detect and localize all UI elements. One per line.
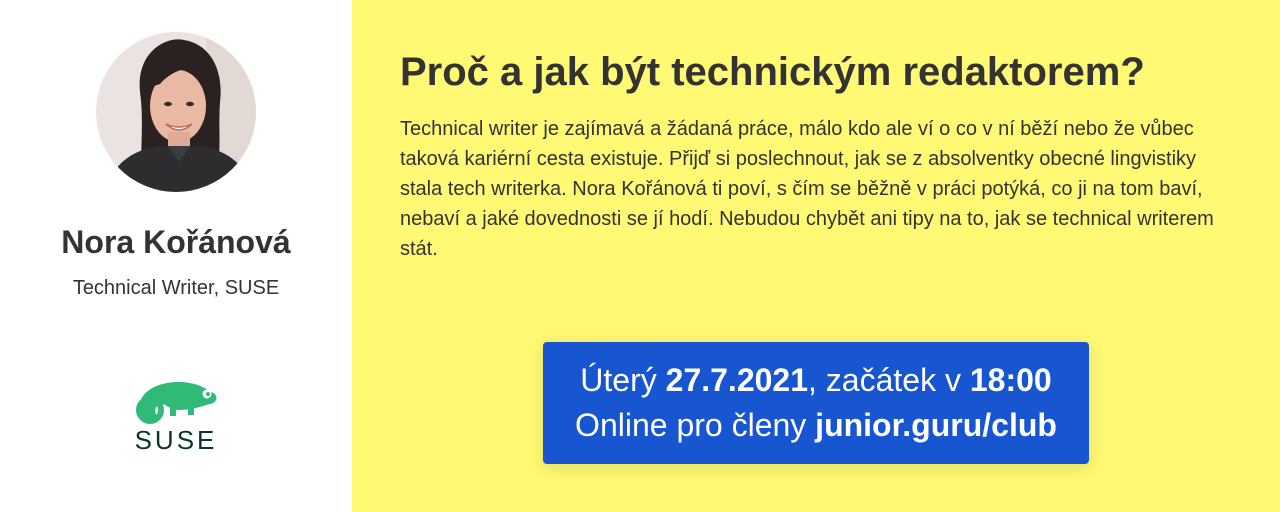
event-date: 27.7.2021: [665, 362, 808, 398]
event-start-prefix: , začátek v: [808, 362, 970, 398]
event-title: Proč a jak být technickým redaktorem?: [400, 50, 1145, 94]
event-access-line: Online pro členy junior.guru/club: [543, 403, 1089, 448]
event-online-prefix: Online pro členy: [575, 407, 816, 443]
event-info-box: Úterý 27.7.2021, začátek v 18:00 Online …: [543, 342, 1089, 464]
event-day: Úterý: [580, 362, 666, 398]
speaker-role: Technical Writer, SUSE: [72, 277, 280, 299]
logo-text: SUSE: [134, 425, 218, 455]
event-time: 18:00: [969, 362, 1052, 398]
club-link[interactable]: junior.guru/club: [815, 407, 1057, 443]
speaker-photo: [96, 32, 256, 192]
event-description: Technical writer je zajímavá a žádaná pr…: [400, 118, 1214, 260]
company-logo: SUSE: [126, 378, 226, 458]
speaker-name: Nora Kořánová: [61, 224, 291, 260]
chameleon-icon: [136, 382, 217, 424]
event-date-line: Úterý 27.7.2021, začátek v 18:00: [543, 358, 1089, 403]
speaker-avatar: [96, 32, 256, 192]
speaker-panel: Nora Kořánová Technical Writer, SUSE SUS…: [0, 0, 352, 512]
